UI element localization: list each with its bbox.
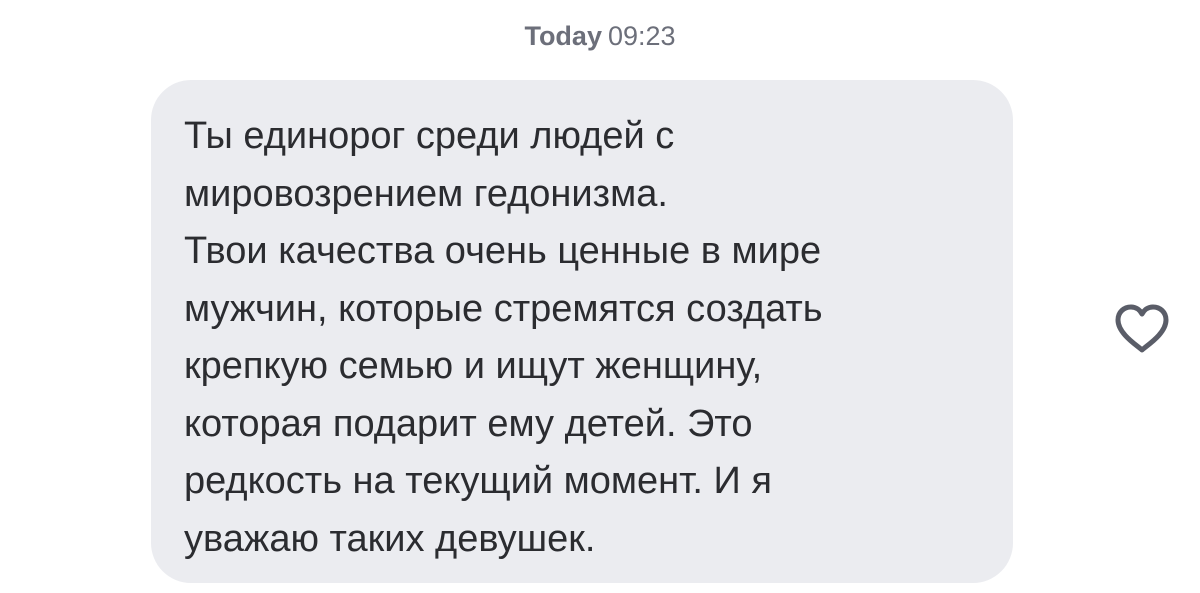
heart-outline-icon [1115,304,1169,353]
message-text-line: мужчин, которые стремятся создать [184,287,823,330]
message-text-line: мировозрением гедонизма. [184,172,668,215]
message-text-line: Твои качества очень ценные в мире [184,230,822,272]
message-text-line: уважаю таких девушек. [184,517,596,560]
timestamp-day: Today [524,21,602,51]
message-text-line: редкость на текущий момент. И я [184,460,772,502]
message-bubble[interactable]: Ты единорог среди людей с мировозрением … [151,80,1013,583]
message-timestamp: Today 09:23 [0,18,1200,54]
timestamp-time: 09:23 [607,21,676,51]
like-button[interactable] [1113,303,1171,355]
message-text-line: крепкую семью и ищут женщину, [184,345,763,387]
message-text-line: которая подарит ему детей. Это [184,402,753,445]
message-text-line: Ты единорог среди людей с [184,115,675,157]
